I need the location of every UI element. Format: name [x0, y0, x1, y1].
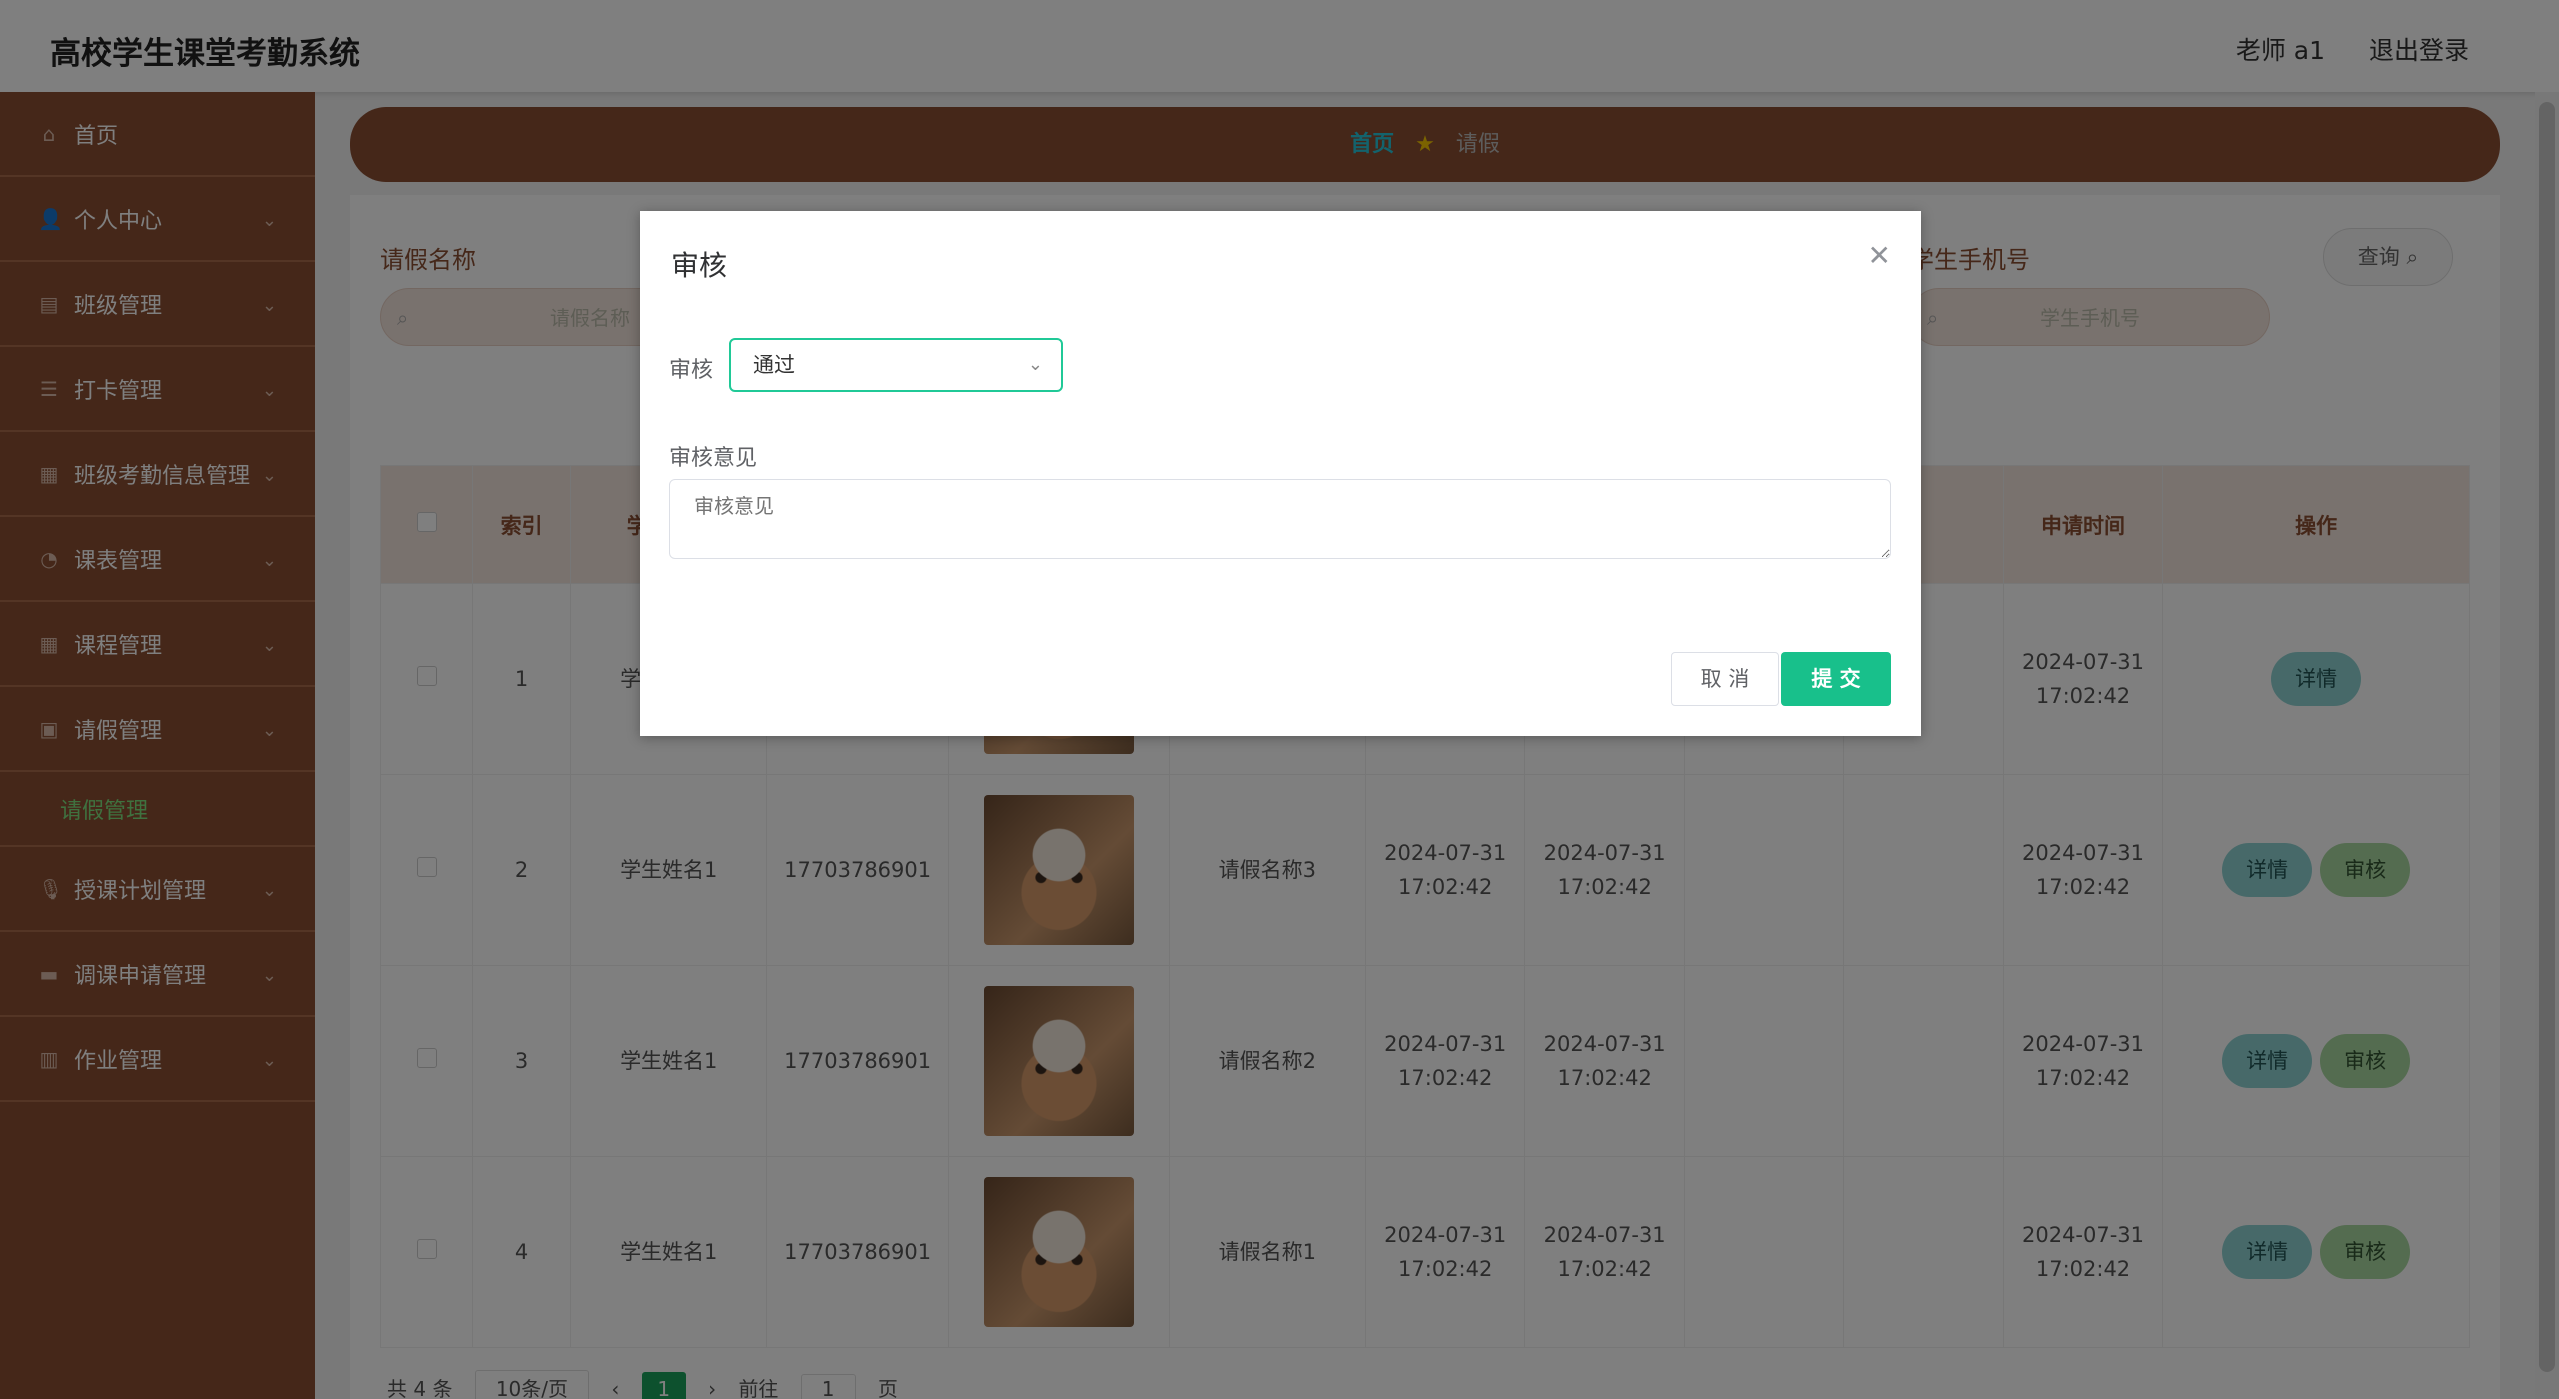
audit-field-label: 审核: [669, 358, 714, 383]
submit-button[interactable]: 提 交: [1781, 652, 1891, 706]
audit-select[interactable]: 通过 ⌄: [729, 338, 1063, 392]
audit-dialog: 审核 ✕ 审核 通过 ⌄ 审核意见 取 消 提 交: [640, 211, 1921, 736]
close-icon[interactable]: ✕: [1868, 239, 1891, 272]
dialog-title: 审核: [671, 249, 728, 282]
chevron-down-icon: ⌄: [1027, 354, 1043, 375]
opinion-textarea[interactable]: [669, 479, 1891, 559]
audit-select-value: 通过: [753, 353, 795, 377]
cancel-button[interactable]: 取 消: [1671, 652, 1779, 706]
opinion-field-label: 审核意见: [669, 446, 758, 471]
